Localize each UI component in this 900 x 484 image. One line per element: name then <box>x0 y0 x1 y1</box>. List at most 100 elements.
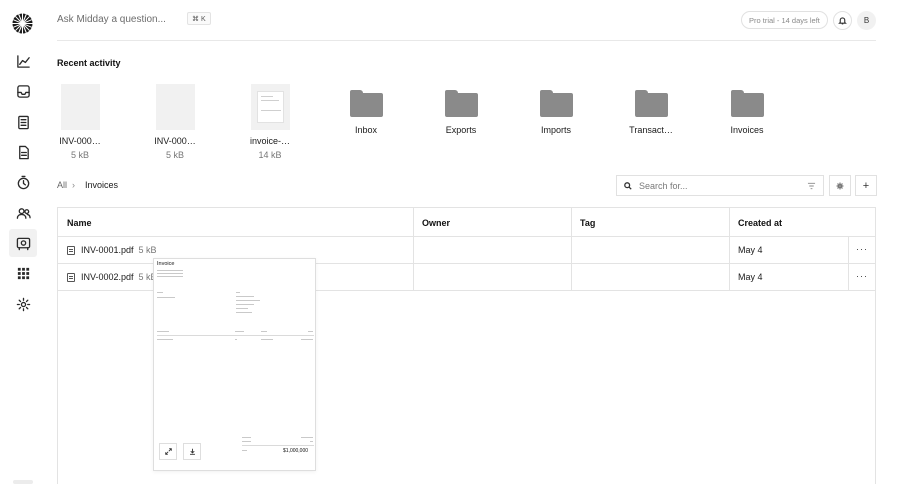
created-at-cell: May 4 <box>738 245 763 255</box>
preview-text-line <box>301 437 313 438</box>
preview-text-line <box>236 308 248 309</box>
search-icon <box>624 181 632 190</box>
preview-text-line <box>236 304 254 305</box>
nav-apps[interactable] <box>9 259 37 287</box>
recent-folder-item[interactable]: Imports <box>515 84 597 135</box>
preview-divider <box>157 335 314 336</box>
breadcrumb-current[interactable]: Invoices <box>85 180 118 190</box>
row-actions-button[interactable]: ··· <box>849 263 875 289</box>
recent-folder-item[interactable]: Exports <box>420 84 502 135</box>
file-size: 5 kB <box>138 245 157 255</box>
preview-text-line <box>157 331 169 332</box>
folder-icon <box>634 90 668 117</box>
file-name: INV-0002.pdf <box>81 272 134 282</box>
expand-icon <box>164 448 172 455</box>
recent-file-size: 14 kB <box>258 150 282 160</box>
nav-overview[interactable] <box>9 47 37 75</box>
nav-invoices[interactable] <box>9 138 37 166</box>
preview-text-line <box>261 331 267 332</box>
notifications-button[interactable] <box>833 11 852 30</box>
recent-folder-item[interactable]: Transact… <box>610 84 692 135</box>
table-row[interactable]: INV-0002.pdf 5 kB <box>67 264 157 290</box>
preview-text-line <box>242 437 251 438</box>
nav-vault[interactable] <box>9 229 37 257</box>
document-icon <box>67 245 75 255</box>
recent-file-name: INV-000… <box>154 136 196 146</box>
nav-transactions[interactable] <box>9 108 37 136</box>
inbox-icon <box>16 84 30 98</box>
preview-text-line <box>235 331 244 332</box>
column-header-name[interactable]: Name <box>58 208 413 237</box>
recent-file-item[interactable]: INV-000… 5 kB <box>134 84 216 160</box>
nav-inbox[interactable] <box>9 77 37 105</box>
nav-settings[interactable] <box>9 290 37 318</box>
preview-text-line <box>157 339 173 340</box>
preview-text-line <box>236 312 252 313</box>
folder-icon <box>730 90 764 117</box>
preview-text-line <box>235 339 237 340</box>
recent-file-size: 5 kB <box>70 150 89 160</box>
preview-divider <box>242 445 314 446</box>
expand-preview-button[interactable] <box>159 443 177 460</box>
command-shortcut-badge: ⌘ K <box>187 12 211 25</box>
created-at-cell: May 4 <box>738 272 763 282</box>
gear-icon <box>836 182 844 189</box>
file-thumbnail <box>250 84 290 130</box>
breadcrumb-root[interactable]: All <box>57 180 67 190</box>
preview-text-line <box>157 276 183 277</box>
chevron-right-icon: › <box>72 180 75 190</box>
preview-text-line <box>242 450 247 451</box>
preview-total: $1,000,000 <box>283 448 309 454</box>
filter-icon[interactable] <box>807 182 816 190</box>
apps-icon <box>17 267 29 279</box>
preview-document-title: Invoice <box>157 261 175 267</box>
trial-status-badge[interactable]: Pro trial - 14 days left <box>741 11 828 29</box>
bell-icon <box>838 17 847 25</box>
download-icon <box>189 448 195 455</box>
avatar[interactable]: B <box>857 11 876 30</box>
preview-text-line <box>236 296 254 297</box>
preview-text-line <box>157 273 183 274</box>
recent-file-item[interactable]: invoice-… 14 kB <box>229 84 311 160</box>
column-header-tag[interactable]: Tag <box>571 208 729 237</box>
midday-logo-icon[interactable] <box>12 13 33 34</box>
ask-midday-input[interactable]: Ask Midday a question... <box>57 14 166 25</box>
recent-activity-title: Recent activity <box>57 58 121 68</box>
tracker-icon <box>17 175 29 189</box>
recent-folder-item[interactable]: Invoices <box>706 84 788 135</box>
recent-file-name: INV-000… <box>59 136 101 146</box>
nav-tracker[interactable] <box>9 168 37 196</box>
download-button[interactable] <box>183 443 201 460</box>
file-preview-popover: Invoice $1,000,000 <box>153 258 316 471</box>
column-header-created-at[interactable]: Created at <box>729 208 875 237</box>
folder-name: Inbox <box>354 125 378 135</box>
sidebar-footer-handle <box>13 480 33 484</box>
file-name: INV-0001.pdf <box>81 245 134 255</box>
file-thumbnail <box>60 84 100 130</box>
folder-name: Exports <box>445 125 477 135</box>
folder-icon <box>444 90 478 117</box>
chart-icon <box>16 54 30 68</box>
recent-folder-item[interactable]: Inbox <box>325 84 407 135</box>
preview-text-line <box>236 292 240 293</box>
search-placeholder: Search for... <box>639 180 688 191</box>
transactions-icon <box>17 115 29 129</box>
search-input[interactable]: Search for... <box>616 175 824 196</box>
column-header-owner[interactable]: Owner <box>413 208 571 237</box>
preview-text-line <box>157 292 163 293</box>
add-button[interactable]: + <box>855 175 877 196</box>
row-actions-button[interactable]: ··· <box>849 236 875 262</box>
settings-button[interactable] <box>829 175 851 196</box>
preview-text-line <box>157 297 175 298</box>
nav-customers[interactable] <box>9 199 37 227</box>
folder-icon <box>539 90 573 117</box>
settings-icon <box>16 297 30 311</box>
preview-text-line <box>236 300 260 301</box>
table-row[interactable]: INV-0001.pdf 5 kB <box>67 237 157 263</box>
preview-text-line <box>261 339 273 340</box>
vault-icon <box>16 237 30 250</box>
recent-file-item[interactable]: INV-000… 5 kB <box>39 84 121 160</box>
invoice-icon <box>18 145 29 159</box>
folder-name: Imports <box>540 125 571 135</box>
folder-name: Transact… <box>629 125 673 135</box>
